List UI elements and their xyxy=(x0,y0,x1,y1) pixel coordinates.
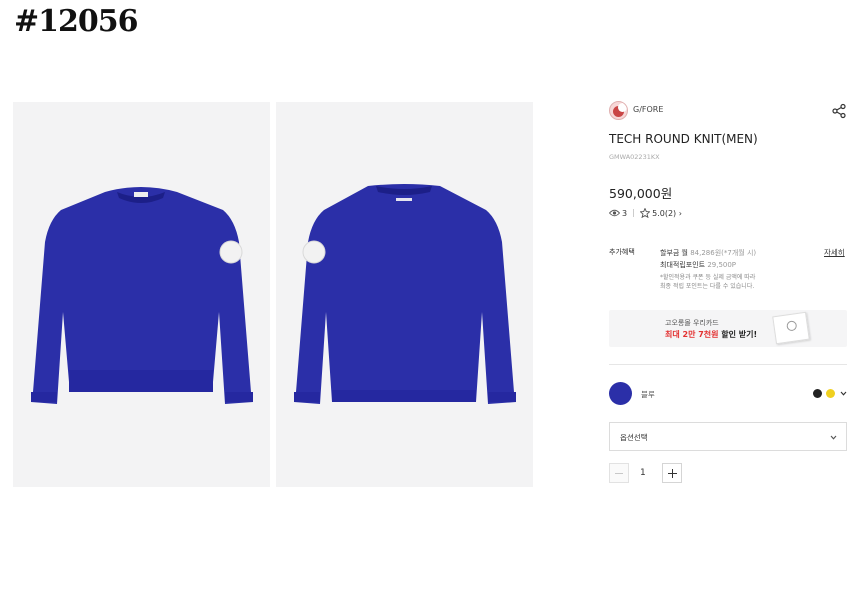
quantity-increase-button[interactable] xyxy=(662,463,682,483)
share-icon[interactable] xyxy=(831,103,847,119)
view-count: 3 xyxy=(622,208,628,218)
brand-name[interactable]: G/FORE xyxy=(633,105,663,114)
quantity-decrease-button[interactable] xyxy=(609,463,629,483)
points-line: 최대적립포인트 29,500P xyxy=(660,261,737,269)
sweater-front-illustration xyxy=(31,187,253,404)
product-price: 590,000원 xyxy=(609,186,673,201)
option-select-label: 옵션선택 xyxy=(620,433,648,442)
meta-divider xyxy=(633,209,635,217)
product-image-front[interactable] xyxy=(13,102,270,487)
benefit-detail-link[interactable]: 자세히 xyxy=(824,247,845,258)
brand-logo-icon[interactable] xyxy=(609,101,628,120)
benefit-label: 추가혜택 xyxy=(609,248,635,256)
sweater-back-illustration xyxy=(294,184,516,404)
quantity-value: 1 xyxy=(640,468,646,478)
banner-line2: 최대 2만 7천원 할인 받기! xyxy=(665,330,758,339)
banner-line1: 고오롱몰 우리카드 xyxy=(665,319,719,327)
selected-color-name: 블루 xyxy=(641,390,655,399)
color-swatch-black[interactable] xyxy=(813,389,822,398)
eye-icon xyxy=(609,209,620,217)
product-image-back[interactable] xyxy=(276,102,533,487)
installment-line: 할부금 월 84,286원(*7개월 시) xyxy=(660,249,757,257)
product-meta: 3 5.0(2) › xyxy=(609,207,682,219)
card-promo-banner[interactable]: 고오롱몰 우리카드 최대 2만 7천원 할인 받기! xyxy=(609,310,847,347)
page-id-label: #12056 xyxy=(14,4,139,39)
rating-link[interactable]: 5.0(2) › xyxy=(652,209,682,218)
option-select-dropdown[interactable]: 옵션선택 xyxy=(609,422,847,451)
color-swatch-selected[interactable] xyxy=(609,382,632,405)
chevron-down-icon xyxy=(830,435,837,440)
product-title: TECH ROUND KNIT(MEN) xyxy=(609,132,758,146)
benefit-lines: 할부금 월 84,286원(*7개월 시) 최대적립포인트 29,500P xyxy=(660,247,756,271)
chevron-down-icon[interactable] xyxy=(839,389,848,398)
color-swatch-yellow[interactable] xyxy=(826,389,835,398)
credit-card-image xyxy=(772,311,810,345)
star-icon xyxy=(640,208,651,218)
brand-row: G/FORE xyxy=(609,101,847,121)
product-code: GMWA02231KX xyxy=(609,153,660,161)
benefit-notes: *할인적용과 쿠폰 등 실제 금액에 따라 최종 적립 포인트는 다를 수 있습… xyxy=(660,274,756,290)
section-divider xyxy=(609,364,847,365)
